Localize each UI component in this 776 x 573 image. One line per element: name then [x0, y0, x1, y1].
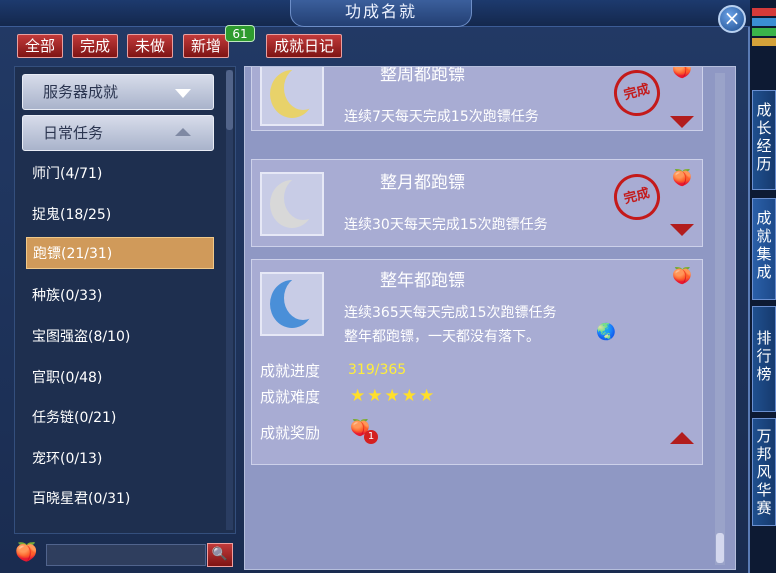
chevron-up-icon [175, 128, 191, 136]
title-bar: 功成名就 [0, 0, 750, 27]
search-button[interactable]: 🔍 [207, 543, 233, 567]
peach-icon: 🍑 [672, 266, 692, 285]
achievement-name: 整周都跑镖 [380, 66, 465, 85]
window-title: 功成名就 [290, 0, 472, 27]
globe-icon: 🌏 [596, 322, 616, 341]
tab-new[interactable]: 新增 [183, 34, 230, 58]
category-item-baixiao[interactable]: 百晓星君(0/31) [26, 483, 214, 515]
achievement-icon [260, 67, 324, 126]
collapse-arrow-icon[interactable] [670, 432, 694, 444]
moon-shadow [284, 276, 322, 320]
achievement-scroll-thumb[interactable] [716, 533, 724, 563]
reward-count-badge: 1 [364, 430, 378, 444]
achievement-icon [260, 172, 324, 236]
search-icon: 🔍 [211, 547, 229, 562]
category-scroll-thumb[interactable] [226, 70, 233, 130]
category-item-shimen[interactable]: 师门(4/71) [26, 158, 214, 190]
peach-icon: 🍑 [672, 168, 692, 187]
peach-icon: 🍑 [672, 66, 692, 79]
completed-seal-icon: 完成 [608, 67, 666, 122]
dropdown-label: 日常任务 [43, 124, 104, 142]
chevron-down-icon [175, 89, 191, 98]
side-tab-label: 排行榜 [756, 329, 772, 383]
difficulty-label: 成就难度 [260, 388, 321, 406]
category-item-paobiao[interactable]: 跑镖(21/31) [26, 237, 214, 269]
achievement-name: 整年都跑镖 [380, 271, 465, 291]
dropdown-daily-tasks[interactable]: 日常任务 [22, 115, 214, 151]
achievement-card-expanded[interactable]: 整年都跑镖 连续365天每天完成15次跑镖任务 整年都跑镖，一天都没有落下。 🌏… [251, 259, 703, 465]
achievement-desc: 连续30天每天完成15次跑镖任务 [344, 217, 548, 233]
completed-seal-icon: 完成 [608, 168, 666, 226]
dropdown-label: 服务器成就 [43, 83, 119, 101]
achievement-window: 功成名就 × 全部 完成 未做 新增 61 成就日记 服务器成就 日常任务 师门… [0, 0, 750, 573]
search-input[interactable] [46, 544, 206, 566]
achievement-card[interactable]: 整周都跑镖 连续7天每天完成15次跑镖任务 完成 🍑 [251, 66, 703, 131]
color-strip-red [752, 8, 776, 16]
category-item-guanzhi[interactable]: 官职(0/48) [26, 362, 214, 394]
side-tab-competition[interactable]: 万邦风华赛 [752, 418, 776, 526]
peach-icon: 🍑 [15, 542, 38, 563]
side-tab-label: 成就集成 [756, 209, 772, 281]
new-count-badge: 61 [225, 25, 255, 42]
side-tab-label: 成长经历 [756, 101, 772, 173]
achievement-name: 整月都跑镖 [380, 173, 465, 193]
achievement-card[interactable]: 整月都跑镖 连续30天每天完成15次跑镖任务 完成 🍑 [251, 159, 703, 247]
moon-shadow [284, 67, 322, 110]
category-item-zhuogui[interactable]: 捉鬼(18/25) [26, 199, 214, 231]
close-button[interactable]: × [718, 5, 746, 33]
category-scrollbar[interactable] [226, 70, 233, 530]
category-item-chonghuan[interactable]: 宠环(0/13) [26, 443, 214, 475]
achievement-scrollbar[interactable] [715, 73, 725, 565]
achievement-desc: 连续365天每天完成15次跑镖任务 [344, 305, 557, 321]
side-tab-label: 万邦风华赛 [756, 427, 772, 517]
expand-arrow-icon[interactable] [670, 116, 694, 128]
expand-arrow-icon[interactable] [670, 224, 694, 236]
achievement-icon [260, 272, 324, 336]
tab-not-done[interactable]: 未做 [127, 34, 174, 58]
tab-achievement-diary[interactable]: 成就日记 [266, 34, 343, 58]
difficulty-stars: ★★★★★ [350, 386, 437, 406]
reward-label: 成就奖励 [260, 424, 321, 442]
color-strip-orange [752, 38, 776, 46]
progress-label: 成就进度 [260, 362, 321, 380]
category-item-renwulian[interactable]: 任务链(0/21) [26, 402, 214, 434]
dropdown-server-achievements[interactable]: 服务器成就 [22, 74, 214, 110]
side-tab-ranking[interactable]: 排行榜 [752, 306, 776, 412]
achievement-flavor-text: 整年都跑镖，一天都没有落下。 [344, 329, 540, 345]
side-tab-achievements[interactable]: 成就集成 [752, 198, 776, 300]
moon-shadow [284, 176, 322, 220]
color-strip-blue [752, 18, 776, 26]
category-item-zhongzu[interactable]: 种族(0/33) [26, 280, 214, 312]
tab-completed[interactable]: 完成 [72, 34, 119, 58]
color-strip-green [752, 28, 776, 36]
achievement-list: 整周都跑镖 连续7天每天完成15次跑镖任务 完成 🍑 整月都跑镖 连续30天每天… [244, 66, 736, 570]
progress-value: 319/365 [348, 362, 407, 378]
side-tab-growth[interactable]: 成长经历 [752, 90, 776, 190]
category-item-baotu[interactable]: 宝图强盗(8/10) [26, 321, 214, 353]
achievement-desc: 连续7天每天完成15次跑镖任务 [344, 109, 539, 125]
tab-all[interactable]: 全部 [17, 34, 64, 58]
